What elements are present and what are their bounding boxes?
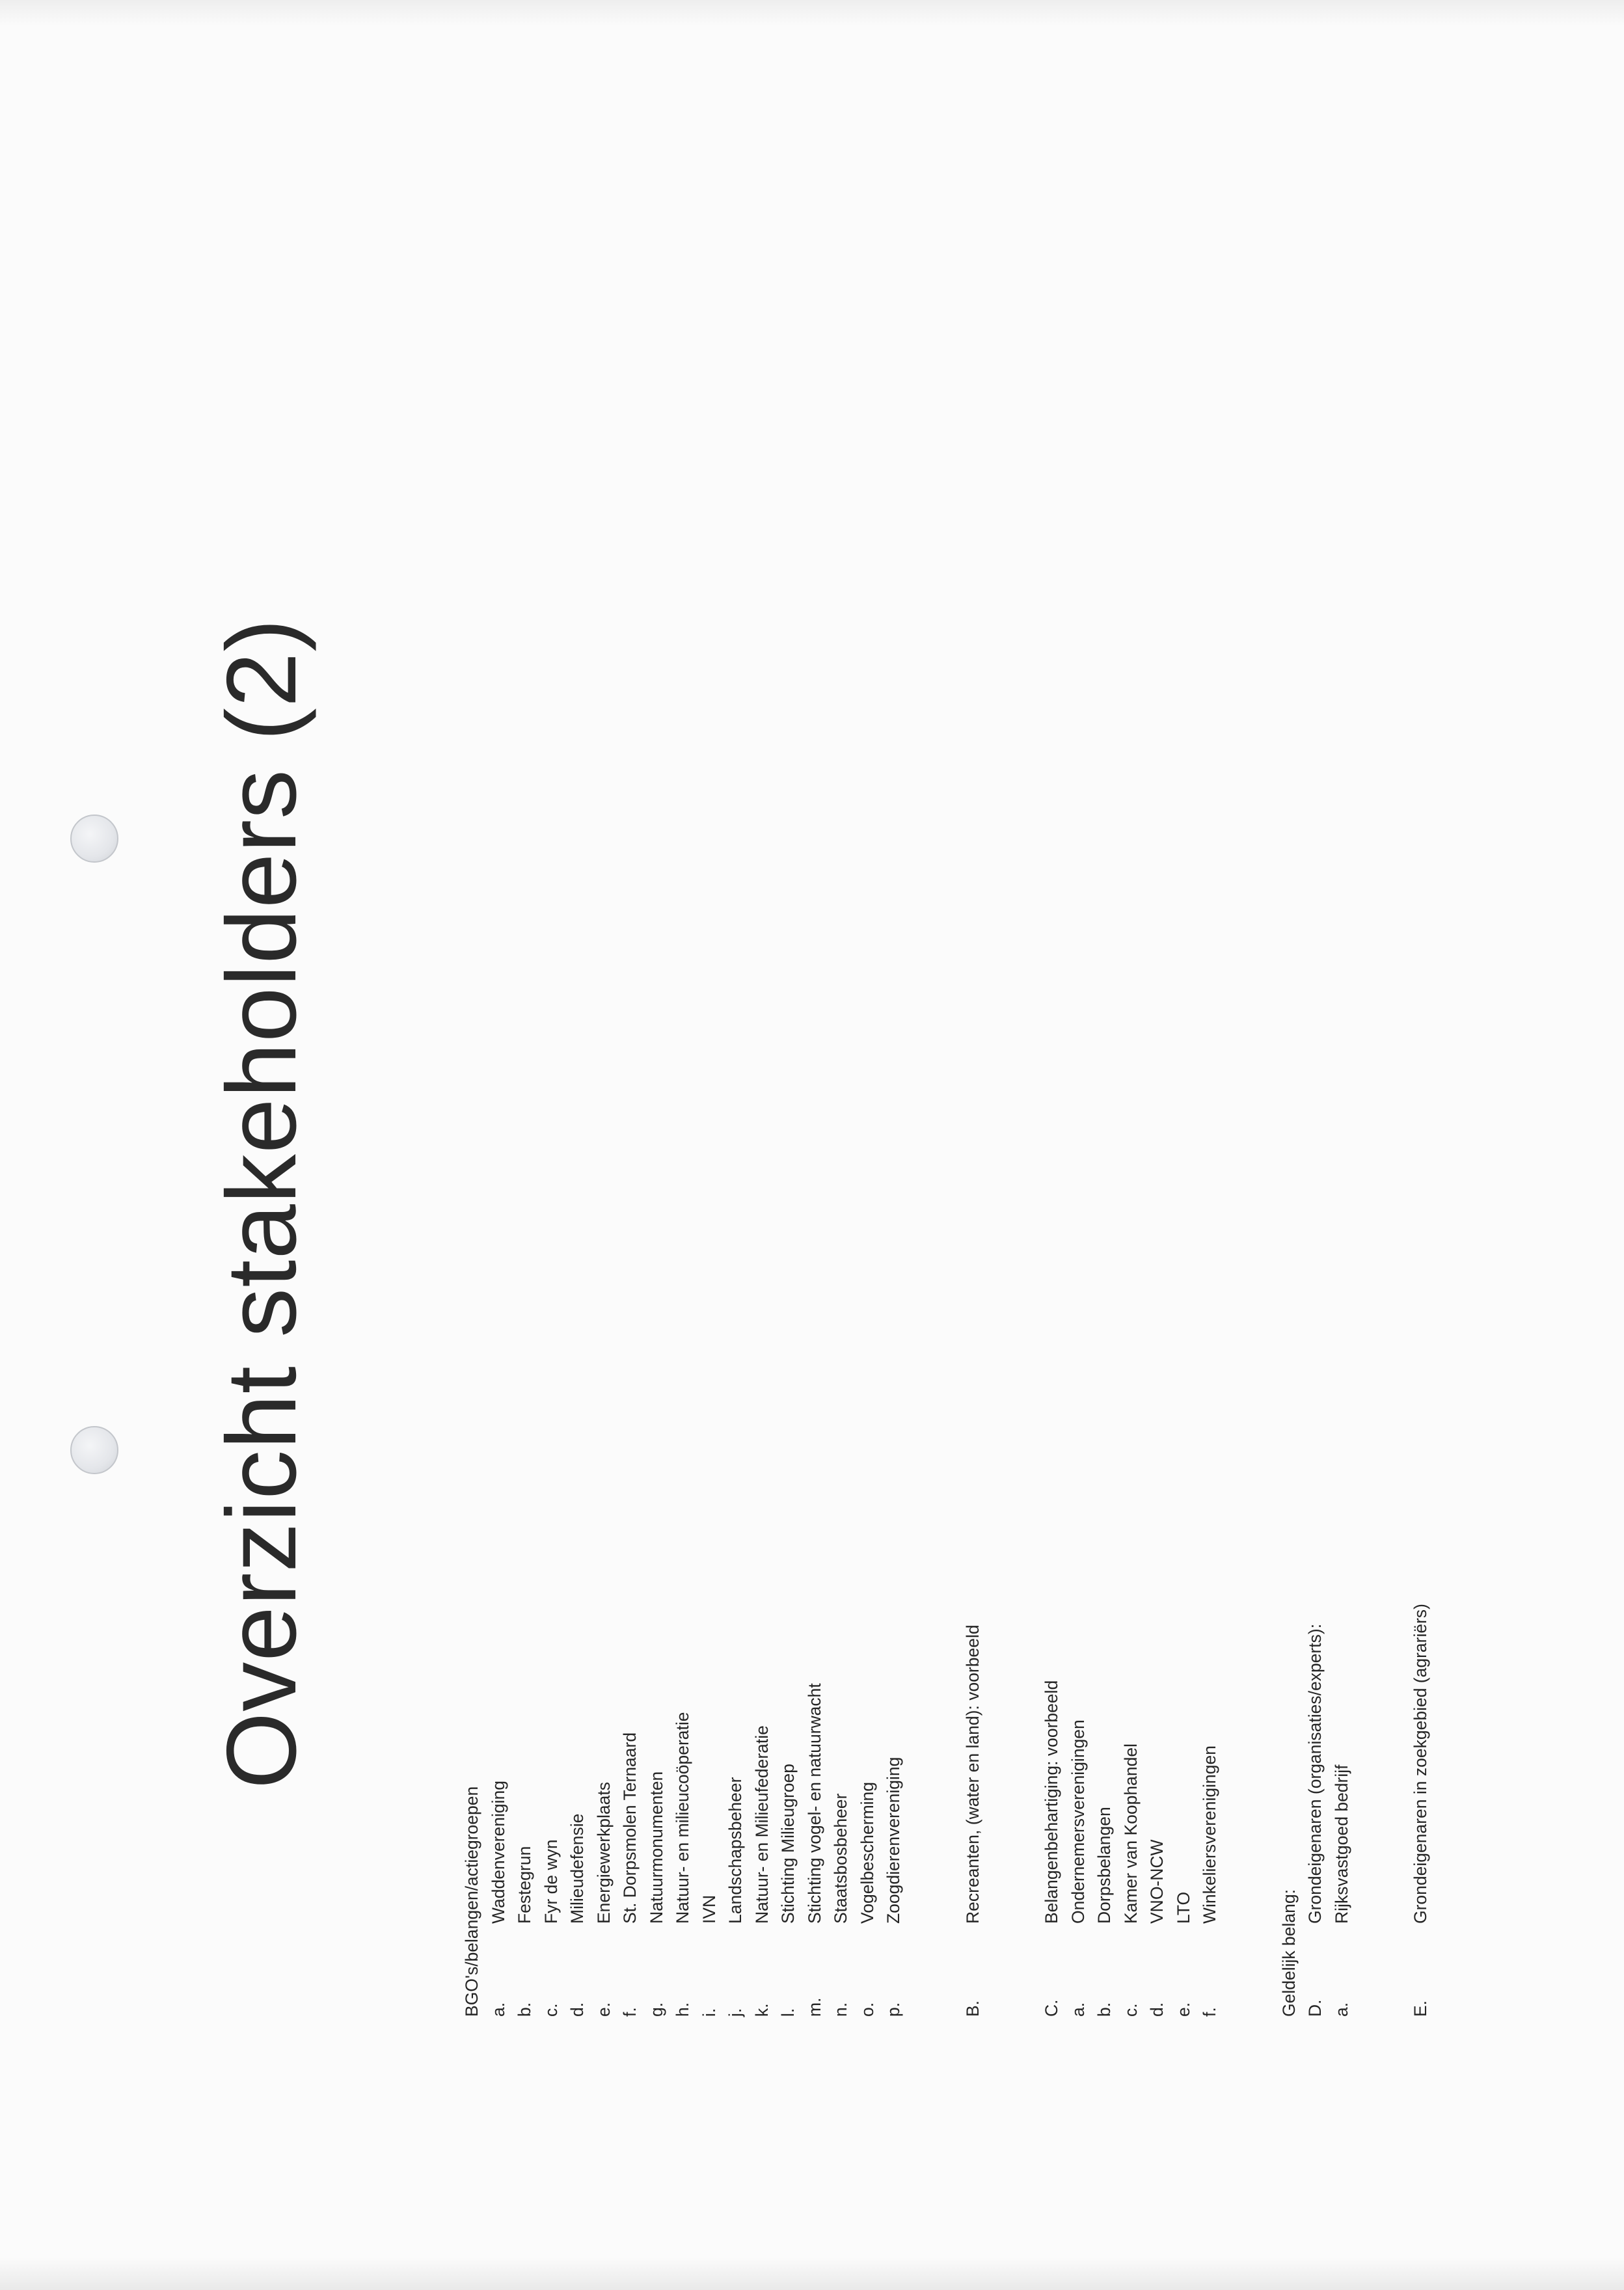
item-mark: h.: [673, 2002, 692, 2017]
item-text: Natuurmonumenten: [646, 1771, 666, 1924]
item-text: Festegrun: [515, 1846, 534, 1924]
item-text: Stichting Milieugroep: [778, 1764, 798, 1924]
section-text: Belangenbehartiging: voorbeeld: [1042, 1680, 1061, 1924]
item-mark: k.: [751, 2003, 772, 2017]
item-text: Dorpsbelangen: [1094, 1807, 1114, 1924]
item-text: LTO: [1173, 1891, 1193, 1924]
item-text: Zoogdierenvereniging: [884, 1757, 903, 1924]
section-mark: C.: [1042, 1999, 1061, 2017]
item-text: Energiewerkplaats: [593, 1781, 614, 1924]
item-mark: o.: [857, 2002, 877, 2017]
section-mark: E.: [1411, 2000, 1430, 2017]
rotated-page: Overzicht stakeholders (2) BGO's/belange…: [0, 0, 1624, 2290]
section-mark: D.: [1305, 1999, 1325, 2017]
item-mark: c.: [1120, 2003, 1141, 2017]
item-mark: f.: [1200, 2007, 1219, 2017]
item-text: Natuur- en milieucoöperatie: [673, 1712, 692, 1924]
item-text: Milieudefensie: [567, 1813, 587, 1924]
item-mark: a.: [1331, 2002, 1351, 2017]
item-mark: e.: [593, 2002, 614, 2017]
section-text: Recreanten, (water en land): voorbeeld: [962, 1624, 982, 1924]
section-header-text: BGO's/belangen/actiegroepen: [462, 1786, 481, 2017]
item-mark: n.: [831, 2002, 850, 2017]
item-text: Ondernemersverenigingen: [1068, 1719, 1088, 1924]
item-mark: b.: [1094, 2002, 1114, 2017]
item-mark: d.: [567, 2002, 587, 2017]
section-header-text: Geldelijk belang:: [1279, 1889, 1299, 2017]
item-text: Natuur- en Milieufederatie: [751, 1725, 772, 1924]
item-mark: p.: [884, 2002, 903, 2017]
item-mark: i.: [699, 2008, 719, 2017]
item-text: Rijksvastgoed bedrijf: [1331, 1764, 1351, 1924]
item-mark: l.: [778, 2008, 798, 2017]
item-text: St. Dorpsmolen Ternaard: [620, 1732, 640, 1924]
item-mark: f.: [620, 2007, 640, 2017]
item-text: Landschapsbeheer: [725, 1777, 745, 1924]
item-mark: c.: [541, 2003, 561, 2017]
item-mark: j.: [725, 2008, 745, 2017]
item-text: Winkeliersverenigingen: [1200, 1745, 1219, 1924]
page-title: Overzicht stakeholders (2): [206, 618, 317, 1789]
item-mark: a.: [1068, 2002, 1088, 2017]
item-text: IVN: [699, 1894, 719, 1924]
item-text: Vogelbescherming: [857, 1781, 877, 1924]
item-text: Stichting vogel- en natuurwacht: [804, 1683, 824, 1924]
item-text: Kamer van Koophandel: [1120, 1744, 1141, 1924]
item-mark: b.: [515, 2002, 534, 2017]
section-text: Grondeigenaren (organisaties/experts):: [1305, 1623, 1325, 1924]
item-mark: e.: [1173, 2002, 1193, 2017]
item-mark: m.: [804, 1997, 824, 2017]
item-text: Waddenvereniging: [488, 1781, 508, 1924]
section-text: Grondeigenaren in zoekgebied (agrariërs): [1411, 1603, 1430, 1924]
item-text: Fyr de wyn: [541, 1839, 561, 1924]
item-text: Staatsbosbeheer: [831, 1793, 850, 1924]
item-mark: a.: [488, 2002, 508, 2017]
item-text: VNO-NCW: [1147, 1839, 1167, 1924]
section-mark: B.: [962, 2000, 982, 2017]
item-mark: d.: [1147, 2002, 1167, 2017]
item-mark: g.: [646, 2002, 666, 2017]
